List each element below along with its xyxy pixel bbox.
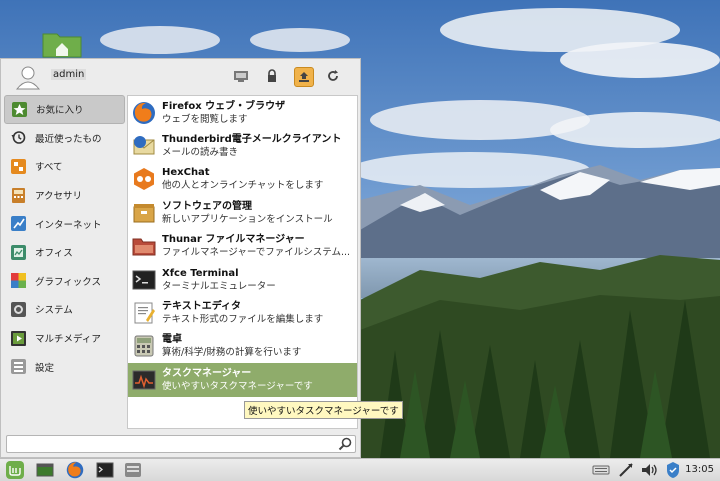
app-name: Thunar ファイルマネージャー [162,234,305,246]
search-icon[interactable] [338,437,352,454]
start-menu: admin お気に入り 最近使ったもの すべて アクセサリ インターネット オフ… [0,58,361,458]
category-favorites[interactable]: お気に入り [4,95,125,124]
app-description: 算術/科学/財務の計算を行います [162,347,302,359]
category-all[interactable]: すべて [4,152,125,181]
username-label: admin [51,69,87,80]
menu-header: admin [1,59,360,93]
text-editor-icon [131,300,157,326]
app-name: HexChat [162,167,210,179]
taskbar: 13:05 [0,458,720,481]
app-name: テキストエディタ [162,301,241,313]
terminal-icon [131,267,157,293]
category-accessories[interactable]: アクセサリ [4,181,125,210]
category-multimedia[interactable]: マルチメディア [4,324,125,353]
multimedia-icon [10,330,27,347]
app-description: 新しいアプリケーションをインストール [162,213,333,225]
user-avatar-icon[interactable] [15,64,41,90]
app-text-editor[interactable]: テキストエディタ テキスト形式のファイルを編集します [128,296,357,329]
search-box [6,435,356,454]
graphics-icon [10,272,27,289]
thunderbird-icon [131,133,157,159]
history-icon [10,129,27,146]
app-description: ターミナルエミュレーター [162,280,276,292]
category-label: 最近使ったもの [35,133,102,145]
category-office[interactable]: オフィス [4,238,125,267]
app-thunderbird[interactable]: Thunderbird電子メールクライアント メールの読み書き [128,129,357,162]
category-settings[interactable]: 設定 [4,352,125,381]
office-icon [10,244,27,261]
logout-icon[interactable] [294,67,314,87]
thunar-icon [131,233,157,259]
category-label: マルチメディア [35,334,101,346]
app-task-manager[interactable]: タスクマネージャー 使いやすいタスクマネージャーです [128,363,357,397]
app-description: テキスト形式のファイルを編集します [162,314,324,326]
category-graphics[interactable]: グラフィックス [4,267,125,296]
calculator-icon [131,333,157,359]
app-name: Thunderbird電子メールクライアント [162,134,342,146]
app-thunar[interactable]: Thunar ファイルマネージャー ファイルマネージャーでファイルシステム... [128,230,357,263]
accessories-icon [10,187,27,204]
category-label: システム [35,305,73,317]
system-icon [10,301,27,318]
task-manager-icon [131,367,157,393]
category-label: 設定 [35,362,55,374]
task-manager-launcher-icon[interactable] [124,461,142,479]
internet-icon [10,215,27,232]
app-firefox[interactable]: Firefox ウェブ・ブラウザ ウェブを閲覧します [128,96,357,129]
search-input[interactable] [7,436,333,454]
app-calculator[interactable]: 電卓 算術/科学/財務の計算を行います [128,330,357,363]
category-internet[interactable]: インターネット [4,209,125,238]
volume-icon[interactable] [640,461,658,479]
update-shield-icon[interactable] [664,461,682,479]
app-software-manager[interactable]: ソフトウェアの管理 新しいアプリケーションをインストール [128,196,357,229]
clock[interactable]: 13:05 [685,464,714,475]
tooltip: 使いやすいタスクマネージャーです [244,401,403,419]
category-label: アクセサリ [35,191,83,203]
category-label: すべて [35,162,63,174]
app-description: 他の人とオンラインチャットをします [162,180,324,192]
category-recent[interactable]: 最近使ったもの [4,124,125,153]
app-name: タスクマネージャー [162,367,252,379]
app-description: ファイルマネージャーでファイルシステム... [162,247,351,259]
star-icon [11,101,28,118]
all-apps-icon [10,158,27,175]
category-list: お気に入り 最近使ったもの すべて アクセサリ インターネット オフィス グラフ… [4,95,125,381]
software-manager-icon [131,200,157,226]
app-name: Xfce Terminal [162,267,239,279]
category-label: オフィス [35,248,73,260]
category-system[interactable]: システム [4,295,125,324]
app-name: Firefox ウェブ・ブラウザ [162,100,286,112]
app-description: メールの読み書き [162,147,239,159]
computer-icon[interactable] [232,67,250,85]
show-desktop-icon[interactable] [36,461,54,479]
app-description: ウェブを閲覧します [162,113,248,125]
home-folder-icon[interactable] [42,30,82,58]
app-name: 電卓 [162,334,182,346]
hexchat-icon [131,166,157,192]
settings-icon [10,358,27,375]
keyboard-icon[interactable] [592,461,610,479]
category-label: インターネット [35,219,102,231]
app-description: 使いやすいタスクマネージャーです [162,380,313,392]
terminal-launcher-icon[interactable] [96,461,114,479]
power-icon[interactable] [324,67,342,85]
firefox-launcher-icon[interactable] [66,461,84,479]
network-icon[interactable] [617,461,635,479]
lock-icon[interactable] [263,67,281,85]
category-label: お気に入り [36,105,84,117]
mint-menu-icon[interactable] [6,461,24,479]
category-label: グラフィックス [35,276,102,288]
app-name: ソフトウェアの管理 [162,200,252,212]
app-xfce-terminal[interactable]: Xfce Terminal ターミナルエミュレーター [128,263,357,296]
application-list: Firefox ウェブ・ブラウザ ウェブを閲覧します Thunderbird電子… [127,95,358,429]
firefox-icon [131,100,157,126]
app-hexchat[interactable]: HexChat 他の人とオンラインチャットをします [128,163,357,196]
